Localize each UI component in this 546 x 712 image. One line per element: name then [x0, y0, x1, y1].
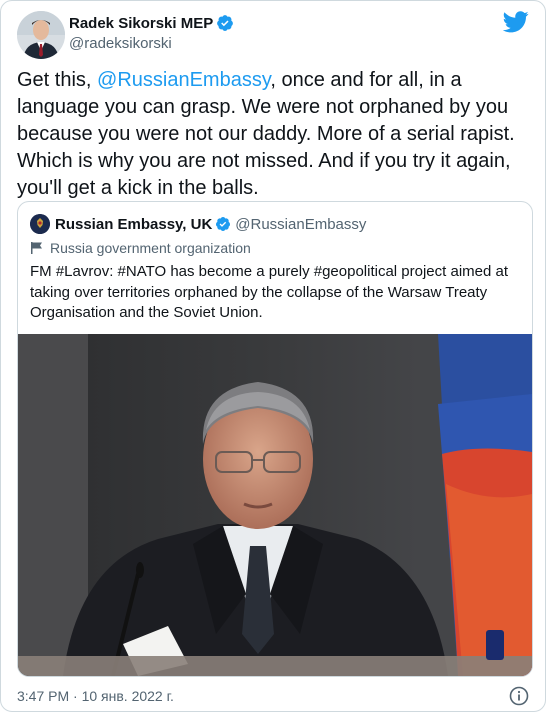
quoted-photo[interactable]: [18, 334, 532, 676]
tweet-header: Radek Sikorski MEP @radeksikorski: [17, 11, 531, 59]
government-label-text: Russia government organization: [50, 240, 251, 256]
author-avatar[interactable]: [17, 11, 65, 59]
quoted-text: FM #Lavrov: #NATO has become a purely #g…: [30, 263, 509, 321]
author-display-name[interactable]: Radek Sikorski MEP: [69, 15, 213, 32]
quoted-header: Russian Embassy, UK @RussianEmbassy: [30, 214, 366, 234]
verified-badge-icon: [217, 15, 234, 31]
government-label: Russia government organization: [30, 238, 251, 258]
quoted-tweet[interactable]: Russian Embassy, UK @RussianEmbassy Russ…: [17, 201, 533, 677]
verified-badge-icon: [216, 217, 231, 231]
info-icon[interactable]: [509, 686, 529, 706]
flag-icon: [31, 242, 42, 254]
tweet-card: Radek Sikorski MEP @radeksikorski Get th…: [0, 0, 546, 712]
tweet-text: Get this, @RussianEmbassy, once and for …: [17, 67, 533, 202]
quoted-avatar[interactable]: [30, 214, 50, 234]
quoted-display-name[interactable]: Russian Embassy, UK: [55, 216, 212, 233]
twitter-bird-icon[interactable]: [503, 11, 529, 33]
quoted-handle[interactable]: @RussianEmbassy: [235, 216, 366, 233]
tweet-text-before: Get this,: [17, 69, 98, 91]
tweet-footer: 3:47 PM · 10 янв. 2022 г.: [17, 685, 529, 707]
tweet-timestamp[interactable]: 3:47 PM · 10 янв. 2022 г.: [17, 688, 174, 704]
author-names: Radek Sikorski MEP @radeksikorski: [69, 13, 234, 52]
mention-link[interactable]: @RussianEmbassy: [97, 69, 270, 91]
author-handle[interactable]: @radeksikorski: [69, 35, 234, 52]
